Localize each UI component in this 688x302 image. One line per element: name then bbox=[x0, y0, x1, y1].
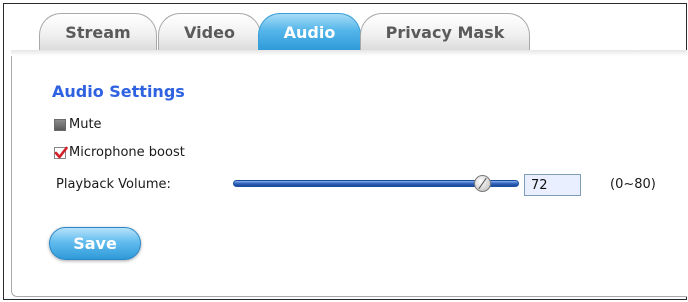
volume-input[interactable] bbox=[524, 174, 581, 196]
playback-volume-label: Playback Volume: bbox=[56, 177, 171, 192]
microphone-boost-label: Microphone boost bbox=[69, 145, 185, 160]
microphone-boost-checkbox[interactable] bbox=[54, 146, 68, 159]
mute-checkbox[interactable] bbox=[54, 118, 66, 131]
mute-row[interactable]: Mute bbox=[54, 117, 102, 132]
microphone-boost-row[interactable]: Microphone boost bbox=[54, 145, 185, 160]
tab-stream[interactable]: Stream bbox=[39, 13, 157, 50]
volume-range-hint: (0~80) bbox=[610, 177, 656, 192]
tab-video[interactable]: Video bbox=[158, 13, 261, 50]
tab-privacy-mask[interactable]: Privacy Mask bbox=[360, 13, 530, 50]
tab-audio[interactable]: Audio bbox=[258, 13, 361, 50]
checkmark-icon bbox=[54, 146, 68, 158]
mute-label: Mute bbox=[69, 117, 102, 132]
save-button[interactable]: Save bbox=[49, 227, 141, 260]
audio-settings-heading: Audio Settings bbox=[52, 82, 185, 101]
volume-slider-thumb[interactable] bbox=[474, 175, 491, 192]
